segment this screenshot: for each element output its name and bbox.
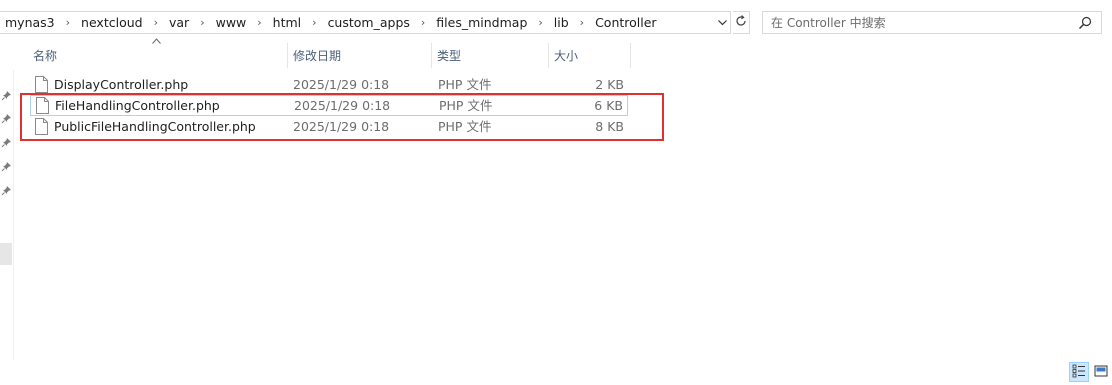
details-view-icon	[1072, 364, 1086, 381]
breadcrumb-item-lib[interactable]: lib	[553, 15, 570, 30]
breadcrumb-separator-icon[interactable]: ›	[257, 16, 261, 29]
file-size: 2 KB	[595, 77, 624, 92]
breadcrumb-separator-icon[interactable]: ›	[312, 16, 316, 29]
pane-divider[interactable]	[13, 70, 14, 360]
column-header-label: 类型	[437, 49, 462, 63]
breadcrumb-item-controller[interactable]: Controller	[594, 15, 658, 30]
file-type: PHP 文件	[438, 119, 492, 134]
php-file-icon	[35, 118, 48, 135]
breadcrumb-separator-icon[interactable]: ›	[421, 16, 425, 29]
search-input[interactable]	[771, 14, 1071, 31]
breadcrumb-item-var[interactable]: var	[168, 15, 190, 30]
column-header-modified[interactable]: 修改日期	[288, 43, 432, 68]
large-icons-view-icon	[1094, 364, 1108, 381]
file-row[interactable]: FileHandlingController.php 2025/1/29 0:1…	[30, 95, 628, 116]
file-type: PHP 文件	[438, 77, 492, 92]
breadcrumb-separator-icon[interactable]: ›	[66, 16, 70, 29]
file-modified: 2025/1/29 0:18	[293, 77, 390, 92]
breadcrumb-item-html[interactable]: html	[272, 15, 302, 30]
refresh-button[interactable]	[733, 11, 750, 34]
file-modified: 2025/1/29 0:18	[293, 119, 390, 134]
large-icons-view-button[interactable]	[1091, 362, 1111, 382]
details-view-button[interactable]	[1069, 362, 1089, 382]
pin-icon[interactable]	[1, 185, 12, 196]
breadcrumb-separator-icon[interactable]: ›	[154, 16, 158, 29]
column-header-name[interactable]: 名称	[28, 43, 288, 68]
breadcrumb-separator-icon[interactable]: ›	[580, 16, 584, 29]
breadcrumb-separator-icon[interactable]: ›	[538, 16, 542, 29]
breadcrumb: mynas3 › nextcloud › var › www › html › …	[4, 12, 658, 33]
php-file-icon	[36, 97, 49, 114]
file-size: 8 KB	[595, 119, 624, 134]
file-size: 6 KB	[594, 98, 623, 113]
refresh-icon	[735, 15, 747, 30]
navigation-pane	[0, 70, 14, 360]
column-header-size[interactable]: 大小	[549, 43, 631, 68]
file-name: FileHandlingController.php	[55, 98, 220, 113]
column-header-type[interactable]: 类型	[432, 43, 549, 68]
breadcrumb-item-mynas3[interactable]: mynas3	[4, 15, 56, 30]
file-type: PHP 文件	[439, 98, 493, 113]
breadcrumb-separator-icon[interactable]: ›	[200, 16, 204, 29]
file-modified: 2025/1/29 0:18	[294, 98, 391, 113]
file-row[interactable]: DisplayController.php 2025/1/29 0:18 PHP…	[30, 75, 628, 96]
navigation-scrollbar[interactable]	[0, 243, 12, 265]
file-name: PublicFileHandlingController.php	[54, 119, 256, 134]
breadcrumb-item-files-mindmap[interactable]: files_mindmap	[435, 15, 528, 30]
file-row[interactable]: PublicFileHandlingController.php 2025/1/…	[30, 117, 628, 138]
column-header-label: 名称	[33, 49, 58, 63]
breadcrumb-item-www[interactable]: www	[215, 15, 248, 30]
pin-icon[interactable]	[1, 161, 12, 172]
column-header-label: 修改日期	[293, 49, 342, 63]
address-bar[interactable]: mynas3 › nextcloud › var › www › html › …	[0, 11, 731, 34]
pin-icon[interactable]	[1, 137, 12, 148]
php-file-icon	[35, 76, 48, 93]
column-header-label: 大小	[554, 49, 579, 63]
search-icon[interactable]	[1078, 16, 1092, 30]
search-box[interactable]	[762, 11, 1102, 34]
pin-icon[interactable]	[1, 90, 12, 101]
pin-icon[interactable]	[1, 113, 12, 124]
file-name: DisplayController.php	[54, 77, 189, 92]
breadcrumb-item-custom-apps[interactable]: custom_apps	[327, 15, 411, 30]
breadcrumb-item-nextcloud[interactable]: nextcloud	[80, 15, 144, 30]
chevron-down-icon[interactable]	[714, 12, 730, 33]
